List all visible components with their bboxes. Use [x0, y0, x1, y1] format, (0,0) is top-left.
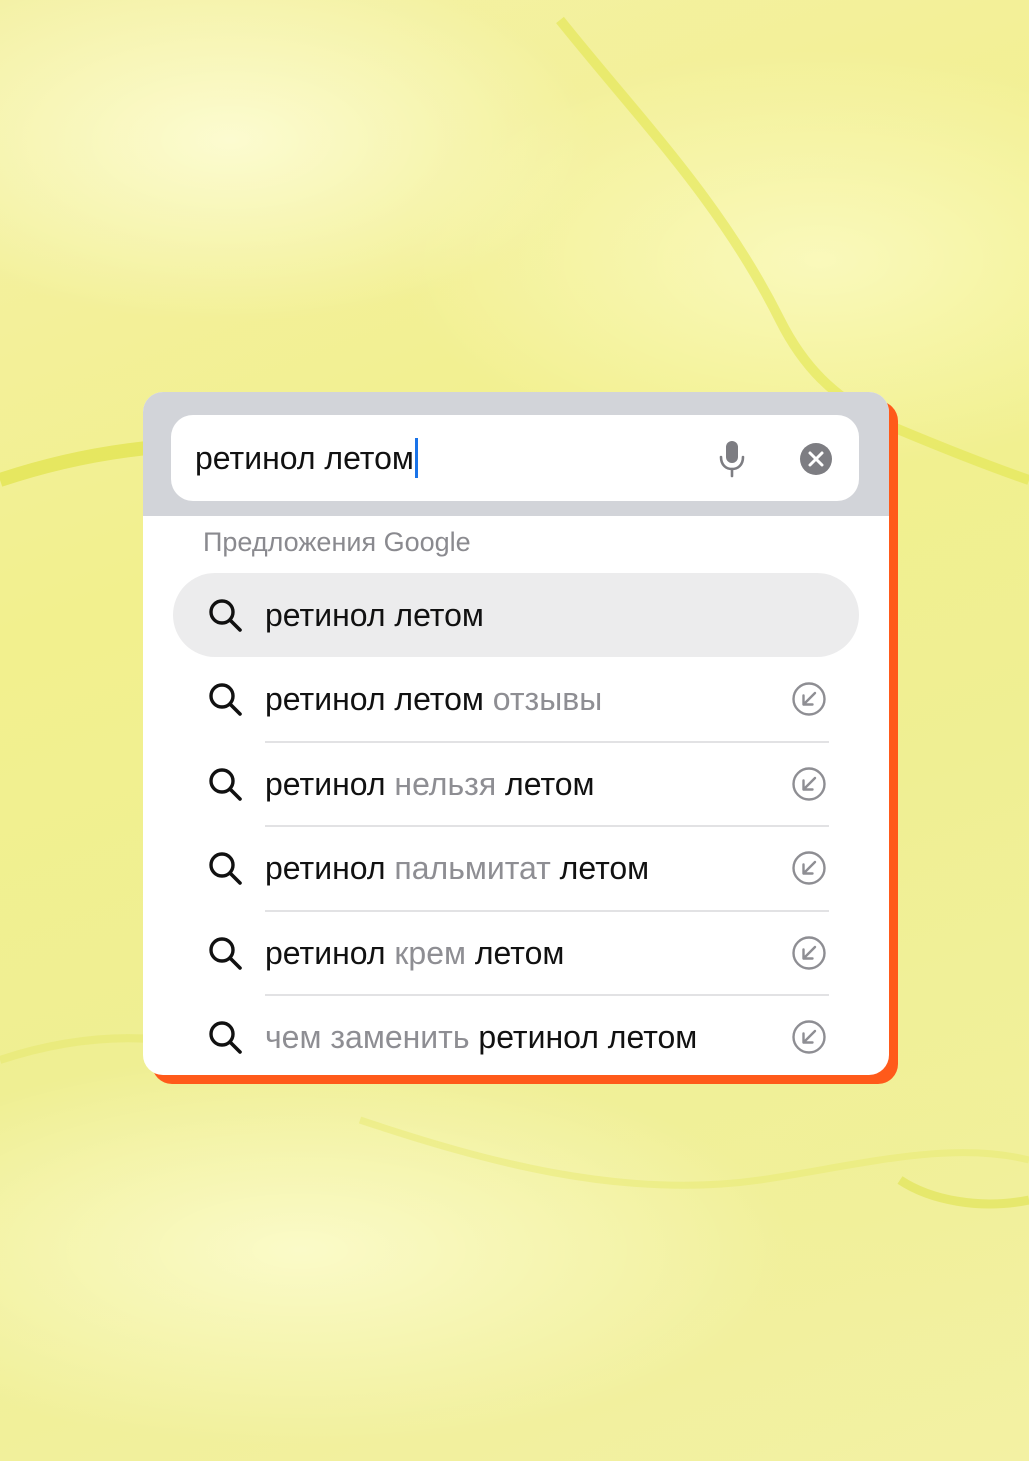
suggestion-match: летом — [559, 850, 650, 887]
suggestion-row[interactable]: ретинол летом — [173, 573, 859, 657]
search-query-text: ретинол летом — [195, 440, 414, 476]
search-icon — [209, 768, 242, 801]
suggestion-match: ретинол летом — [265, 681, 493, 718]
suggestion-text: ретинол нельзя летом — [265, 766, 595, 802]
search-input[interactable]: ретинол летом — [171, 415, 859, 501]
search-icon — [209, 936, 242, 970]
search-icon — [209, 599, 242, 632]
suggestion-text: чем заменить ретинол летом — [265, 1019, 697, 1055]
text-caret — [414, 438, 418, 478]
fill-query-arrow-icon[interactable] — [791, 850, 827, 886]
suggestion-text: ретинол пальмитат летом — [265, 850, 649, 886]
suggestion-completion: чем заменить — [265, 1019, 479, 1055]
suggestion-match: ретинол летом — [478, 1019, 698, 1055]
fill-query-arrow-icon[interactable] — [791, 681, 827, 717]
suggestion-row[interactable]: ретинол нельзя летом — [173, 742, 859, 826]
search-suggestions-card: ретинол летом Предложения Google ретинол… — [143, 392, 889, 1075]
suggestion-text: ретинол летом отзывы — [265, 681, 602, 717]
suggestion-completion: пальмитат — [394, 850, 560, 887]
fill-query-arrow-icon[interactable] — [791, 766, 827, 802]
suggestion-match: ретинол — [265, 934, 395, 971]
suggestion-match: летом — [505, 765, 595, 802]
suggestion-row[interactable]: ретинол крем летом — [173, 911, 859, 995]
clear-circle-icon[interactable] — [799, 442, 833, 476]
suggestion-text: ретинол крем летом — [265, 935, 564, 971]
suggestion-completion: крем — [394, 934, 475, 971]
search-bar: ретинол летом — [143, 392, 889, 516]
search-icon — [209, 1021, 242, 1054]
microphone-icon[interactable] — [717, 439, 747, 479]
suggestion-match: ретинол — [265, 850, 395, 887]
search-icon — [209, 852, 242, 885]
suggestion-match: ретинол летом — [265, 597, 484, 633]
fill-query-arrow-icon[interactable] — [791, 1019, 827, 1055]
fill-query-arrow-icon[interactable] — [791, 935, 827, 971]
suggestion-completion: отзывы — [492, 681, 603, 718]
suggestions-header: Предложения Google — [203, 527, 471, 557]
suggestion-completion: нельзя — [394, 765, 506, 802]
suggestion-match: ретинол — [265, 765, 395, 802]
search-icon — [209, 683, 242, 717]
suggestion-row[interactable]: чем заменить ретинол летом — [173, 995, 859, 1075]
suggestion-text: ретинол летом — [265, 597, 484, 633]
suggestion-row[interactable]: ретинол летом отзывы — [173, 657, 859, 741]
search-query-wrapper: ретинол летом — [195, 438, 418, 478]
suggestion-match: летом — [474, 934, 565, 971]
suggestion-row[interactable]: ретинол пальмитат летом — [173, 826, 859, 910]
